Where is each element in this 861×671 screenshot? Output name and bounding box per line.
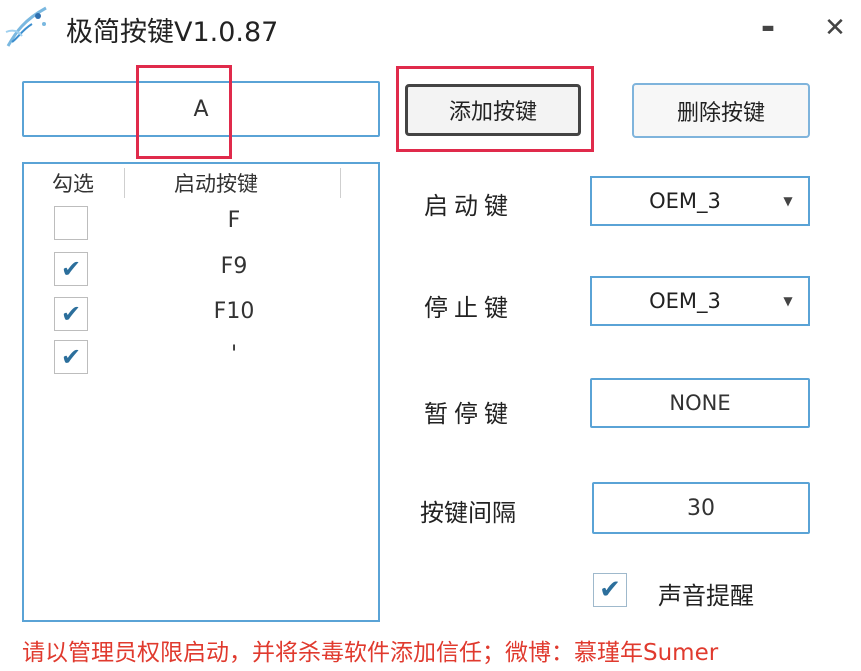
row-checkbox[interactable]: ✔ <box>54 340 88 374</box>
column-divider[interactable] <box>340 168 341 198</box>
list-item[interactable]: ✔ F10 <box>24 297 378 337</box>
column-header-check[interactable]: 勾选 <box>52 168 94 198</box>
row-key: F <box>227 208 241 233</box>
list-item[interactable]: ✔ F9 <box>24 252 378 292</box>
triangle-down-icon: ▼ <box>783 294 793 308</box>
pause-key-label: 暂停键 <box>424 400 514 428</box>
list-item[interactable]: F <box>24 206 378 246</box>
window-title: 极简按键V1.0.87 <box>66 17 279 48</box>
close-icon: ✕ <box>824 13 846 43</box>
checkmark-icon: ✔ <box>60 300 82 328</box>
row-checkbox[interactable]: ✔ <box>54 252 88 286</box>
close-button[interactable]: ✕ <box>815 8 855 48</box>
checkmark-icon: ✔ <box>60 255 82 283</box>
stop-key-select[interactable]: OEM_3 ▼ <box>590 276 810 326</box>
checkmark-icon: ✔ <box>599 575 621 605</box>
interval-input[interactable]: 30 <box>592 482 810 534</box>
app-logo-icon <box>5 6 47 47</box>
key-input-value: A <box>193 96 209 122</box>
minimize-icon: ▬ <box>761 20 775 36</box>
column-divider[interactable] <box>124 168 125 198</box>
minimize-button[interactable]: ▬ <box>748 8 788 48</box>
triangle-down-icon: ▼ <box>783 194 793 208</box>
row-checkbox[interactable]: ✔ <box>54 297 88 331</box>
sound-checkbox[interactable]: ✔ <box>593 573 627 607</box>
list-header: 勾选 启动按键 <box>24 164 378 202</box>
key-list[interactable]: 勾选 启动按键 F ✔ F9 ✔ F10 ✔ ' <box>22 162 380 622</box>
start-key-value: OEM_3 <box>649 189 721 213</box>
row-key: ' <box>230 342 238 367</box>
row-checkbox[interactable] <box>54 206 88 240</box>
column-header-key[interactable]: 启动按键 <box>174 168 258 198</box>
row-key: F10 <box>213 299 255 324</box>
stop-key-value: OEM_3 <box>649 289 721 313</box>
start-key-label: 启动键 <box>424 192 514 220</box>
row-key: F9 <box>220 254 248 279</box>
add-key-button[interactable]: 添加按键 <box>405 84 581 136</box>
list-item[interactable]: ✔ ' <box>24 340 378 380</box>
key-input[interactable]: A <box>22 81 380 137</box>
stop-key-label: 停止键 <box>424 294 514 322</box>
pause-key-field[interactable]: NONE <box>590 378 810 428</box>
interval-label: 按键间隔 <box>420 499 516 527</box>
pause-key-value: NONE <box>669 391 731 415</box>
checkmark-icon: ✔ <box>60 343 82 371</box>
sound-label: 声音提醒 <box>658 582 754 610</box>
start-key-select[interactable]: OEM_3 ▼ <box>590 176 810 226</box>
footer-notice: 请以管理员权限启动，并将杀毒软件添加信任；微博：慕瑾年Sumer <box>22 640 719 666</box>
interval-value: 30 <box>687 495 715 521</box>
delete-key-button[interactable]: 删除按键 <box>632 83 810 138</box>
